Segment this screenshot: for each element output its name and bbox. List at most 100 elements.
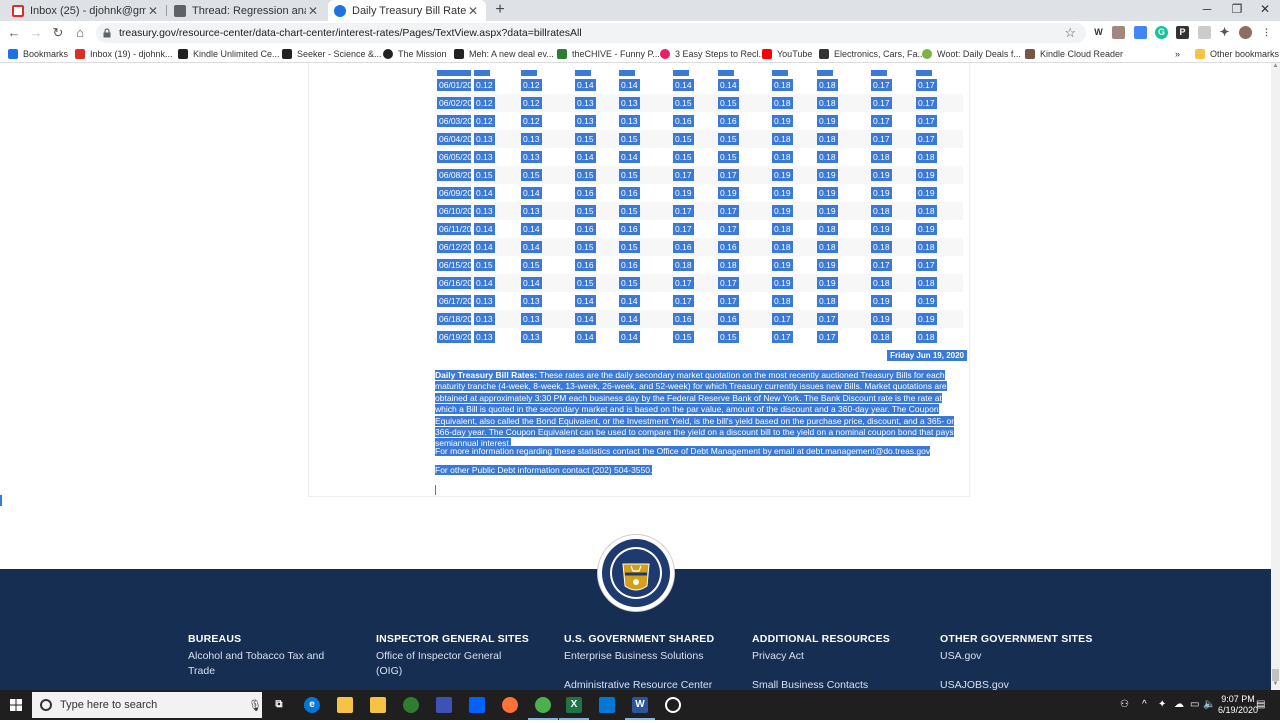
rate-cell: 0.17 xyxy=(673,169,694,181)
bookmark-item[interactable]: Seeker - Science &... xyxy=(282,47,382,61)
extensions-puzzle-icon[interactable]: ✦ xyxy=(1218,26,1231,39)
table-row: 06/17/20 0.13 0.13 0.14 0.14 0.17 0.17 0.18 0.18… xyxy=(435,292,963,310)
rate-cell: 0.17 xyxy=(871,97,892,109)
media-icon[interactable] xyxy=(665,697,681,713)
firefox-icon[interactable] xyxy=(502,697,518,713)
bookmark-item[interactable]: Bookmarks xyxy=(8,47,68,61)
bookmark-item[interactable]: YouTube xyxy=(762,47,812,61)
extension-gray-icon[interactable] xyxy=(1198,26,1211,39)
rate-cell: 0.19 xyxy=(673,187,694,199)
rate-cell: 0.18 xyxy=(871,151,892,163)
rate-cell: 0.15 xyxy=(619,169,640,181)
rate-cell: 0.19 xyxy=(772,277,793,289)
footer-link[interactable]: Small Business Contacts xyxy=(752,678,932,690)
reload-button[interactable]: ↻ xyxy=(50,25,66,41)
bookmark-item[interactable]: Woot: Daily Deals f... xyxy=(922,47,1021,61)
new-tab-button[interactable]: + xyxy=(492,2,508,18)
show-hidden-icons-chevron[interactable]: ^ xyxy=(1142,690,1152,720)
rate-cell: 0.17 xyxy=(916,115,937,127)
rate-cell: 0.14 xyxy=(575,313,596,325)
rate-cell: 0.18 xyxy=(772,223,793,235)
profile-avatar[interactable] xyxy=(1239,26,1252,39)
onedrive-icon[interactable]: ☁ xyxy=(1174,690,1188,720)
dropbox-tray-icon[interactable]: ✦ xyxy=(1158,690,1170,720)
footer-link[interactable]: Alcohol and Tobacco Tax and Trade xyxy=(188,649,328,679)
bookmark-item[interactable]: The Mission xyxy=(383,47,447,61)
rate-cell: 0.19 xyxy=(772,187,793,199)
rate-cell: 0.14 xyxy=(619,295,640,307)
table-row: 06/12/20 0.14 0.14 0.15 0.15 0.16 0.16 0.18 0.18… xyxy=(435,238,963,256)
network-icon[interactable]: ▭ xyxy=(1190,690,1202,720)
extension-p-icon[interactable]: P xyxy=(1176,26,1189,39)
microphone-icon[interactable]: 🎙 xyxy=(248,699,262,712)
task-view-icon[interactable]: ⧉ xyxy=(271,697,287,713)
people-icon[interactable]: ⚇ xyxy=(1120,690,1134,720)
excel-icon[interactable]: X xyxy=(566,697,582,713)
address-bar[interactable]: treasury.gov/resource-center/data-chart-… xyxy=(96,23,1086,43)
globe-icon[interactable] xyxy=(403,697,419,713)
rate-cell: 0.19 xyxy=(817,205,838,217)
back-button[interactable]: ← xyxy=(6,25,22,41)
page-scrollbar[interactable]: ▲ ▼ xyxy=(1271,63,1280,690)
rate-cell: 0.17 xyxy=(673,277,694,289)
forward-button[interactable]: → xyxy=(28,25,44,41)
dropbox-icon[interactable] xyxy=(469,697,485,713)
scroll-up-arrow-icon[interactable]: ▲ xyxy=(1271,63,1280,72)
footer-link[interactable]: USA.gov xyxy=(940,649,1120,664)
bookmark-item[interactable]: Electronics, Cars, Fa... xyxy=(819,47,925,61)
minimize-button[interactable]: ─ xyxy=(1190,0,1224,21)
footer-link[interactable]: USAJOBS.gov xyxy=(940,678,1120,690)
bookmark-item[interactable]: Meh: A new deal ev... xyxy=(454,47,554,61)
close-tab-icon[interactable]: ✕ xyxy=(146,4,160,18)
edge-icon[interactable]: e xyxy=(304,697,320,713)
mission-icon xyxy=(383,49,393,59)
menu-icon[interactable]: ⋮ xyxy=(1260,26,1273,39)
home-button[interactable]: ⌂ xyxy=(72,25,88,41)
rate-cell: 0.16 xyxy=(718,241,739,253)
close-tab-icon[interactable]: ✕ xyxy=(306,4,320,18)
treasury-seal-logo[interactable] xyxy=(598,535,674,611)
taskbar-search-box[interactable]: Type here to search 🎙 xyxy=(32,692,262,718)
extension-w-icon[interactable]: W xyxy=(1092,26,1105,39)
bookmark-star-icon[interactable]: ☆ xyxy=(1064,25,1076,41)
as-of-row: Friday Jun 19, 2020 xyxy=(435,350,967,362)
footer-link[interactable]: Administrative Resource Center xyxy=(564,678,744,690)
tab-strip: Inbox (25) - djohnk@gmail.com ✕ Thread: … xyxy=(0,0,1280,21)
bookmark-item[interactable]: Other bookmarks xyxy=(1195,47,1279,61)
rate-cell: 0.14 xyxy=(521,223,542,235)
bookmark-item[interactable]: theCHIVE - Funny P... xyxy=(557,47,660,61)
keepass-icon[interactable] xyxy=(436,697,452,713)
footer-link[interactable]: Privacy Act xyxy=(752,649,932,664)
footer-link[interactable]: Office of Inspector General (OIG) xyxy=(376,649,516,679)
tab-thread[interactable]: Thread: Regression analysis to ca ✕ xyxy=(168,0,326,21)
close-tab-icon[interactable]: ✕ xyxy=(466,4,480,18)
scroll-thumb[interactable] xyxy=(1272,669,1279,681)
bookmark-item[interactable]: Kindle Unlimited Ce... xyxy=(178,47,280,61)
table-row: 06/18/20 0.13 0.13 0.14 0.14 0.16 0.16 0.17 0.17… xyxy=(435,310,963,328)
rate-cell: 0.16 xyxy=(673,313,694,325)
bookmark-item[interactable]: 3 Easy Steps to Recl... xyxy=(660,47,766,61)
file-explorer-icon[interactable] xyxy=(337,697,353,713)
word-icon[interactable]: W xyxy=(632,697,648,713)
footer-link[interactable]: Enterprise Business Solutions xyxy=(564,649,744,664)
rate-cell: 0.15 xyxy=(673,97,694,109)
chrome-icon[interactable] xyxy=(535,697,551,713)
extension-red-icon[interactable] xyxy=(1112,26,1125,39)
rate-cell: 0.16 xyxy=(575,259,596,271)
start-button[interactable] xyxy=(0,690,32,720)
footer-heading: INSPECTOR GENERAL SITES xyxy=(376,633,529,645)
store-icon[interactable] xyxy=(370,697,386,713)
bookmark-item[interactable]: Inbox (19) - djohnk... xyxy=(75,47,173,61)
photos-icon[interactable] xyxy=(599,697,615,713)
rate-cell: 0.18 xyxy=(916,277,937,289)
more-bookmarks-chevron[interactable]: » xyxy=(1175,47,1180,61)
extension-gdrive-icon[interactable] xyxy=(1134,26,1147,39)
close-window-button[interactable]: ✕ xyxy=(1248,0,1280,21)
bookmark-item[interactable]: Kindle Cloud Reader xyxy=(1025,47,1123,61)
tab-gmail[interactable]: Inbox (25) - djohnk@gmail.com ✕ xyxy=(6,0,166,21)
tab-treasury[interactable]: Daily Treasury Bill Rates Data ✕ xyxy=(328,0,486,21)
definition-paragraph: Daily Treasury Bill Rates: These rates a… xyxy=(435,370,963,450)
scroll-down-arrow-icon[interactable]: ▼ xyxy=(1271,681,1280,690)
extension-grammarly-icon[interactable]: G xyxy=(1155,26,1168,39)
notifications-icon[interactable]: ▤ xyxy=(1256,690,1270,720)
